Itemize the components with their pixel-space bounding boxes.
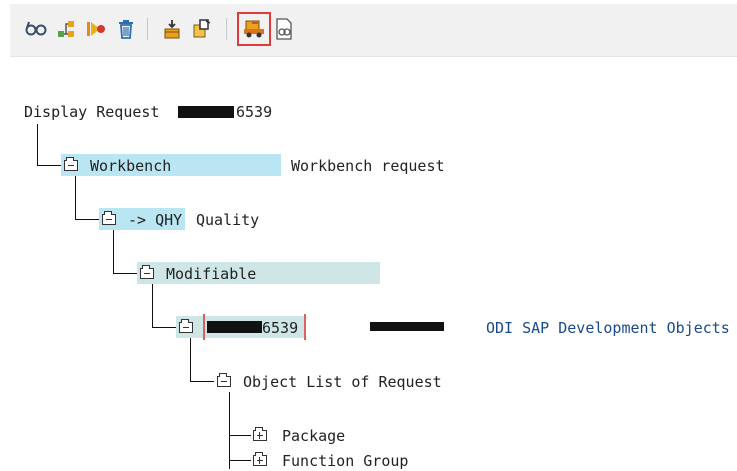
tree-node-workbench[interactable]: Workbench	[90, 156, 171, 176]
folder-icon	[179, 319, 193, 333]
tree-node-package[interactable]: Package	[282, 426, 345, 446]
tree-node-object-list[interactable]: Object List of Request	[243, 372, 442, 392]
tree-node-modifiable[interactable]: Modifiable	[166, 264, 256, 284]
redacted-request-prefix	[207, 321, 262, 333]
target-system-arrow: -> QHY	[128, 211, 183, 229]
workbench-description: Workbench request	[291, 157, 445, 175]
folder-icon	[140, 265, 154, 279]
folder-plus-icon[interactable]	[253, 427, 267, 441]
transport-truck-icon[interactable]	[237, 12, 271, 46]
redacted-request-prefix	[178, 106, 234, 118]
redacted-owner	[370, 322, 444, 331]
delete-icon[interactable]	[112, 15, 140, 43]
request-number-suffix: 6539	[236, 103, 273, 121]
tree-node-function-group[interactable]: Function Group	[282, 451, 408, 471]
tree-node-request[interactable]: 6539	[262, 318, 298, 338]
release-icon[interactable]	[158, 15, 186, 43]
display-object-icon[interactable]	[270, 15, 298, 43]
tree-node-quality[interactable]: Quality	[196, 210, 259, 230]
folder-icon	[102, 211, 116, 225]
request-description: ODI SAP Development Objects	[486, 319, 730, 337]
request-tree: Display Request 6539 Workbench Workbench…	[0, 56, 737, 471]
object-tree-icon[interactable]	[52, 15, 80, 43]
display-request-label: Display Request	[24, 103, 160, 121]
copy-icon[interactable]	[188, 15, 216, 43]
activate-icon[interactable]	[82, 15, 110, 43]
application-toolbar	[10, 4, 737, 57]
folder-icon	[217, 373, 231, 387]
folder-icon	[64, 157, 78, 171]
folder-plus-icon[interactable]	[253, 452, 267, 466]
display-change-icon[interactable]	[22, 15, 50, 43]
